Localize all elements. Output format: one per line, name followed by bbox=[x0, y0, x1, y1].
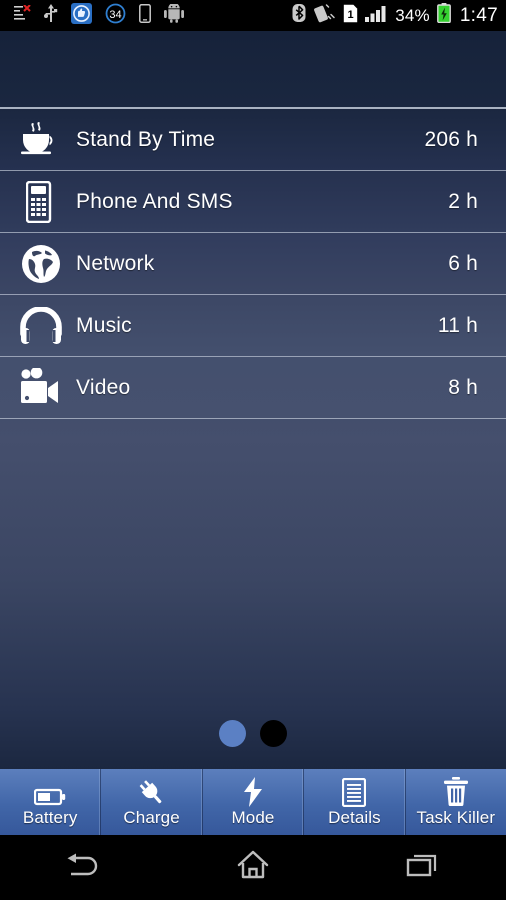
page-dot-inactive[interactable] bbox=[260, 720, 287, 747]
recents-icon bbox=[406, 851, 438, 884]
list-item[interactable]: Stand By Time 206 h bbox=[0, 109, 506, 171]
video-camera-icon bbox=[16, 366, 66, 410]
toolbar-button-mode[interactable]: Mode bbox=[202, 769, 305, 835]
nav-recents-button[interactable] bbox=[337, 851, 506, 884]
battery-percent-label: 34% bbox=[395, 5, 430, 25]
list-item-value: 11 h bbox=[437, 313, 478, 337]
list-item-label: Music bbox=[76, 313, 132, 337]
vibrate-icon bbox=[313, 3, 336, 28]
android-navigation-bar bbox=[0, 835, 506, 900]
nav-home-button[interactable] bbox=[169, 850, 338, 885]
toolbar-button-label: Details bbox=[328, 807, 381, 827]
usb-icon bbox=[44, 3, 58, 28]
nav-back-button[interactable] bbox=[0, 850, 169, 885]
device-icon bbox=[139, 3, 151, 28]
bottom-toolbar: Battery Charge Mode Details Task Killer bbox=[0, 769, 506, 835]
phone-sms-icon bbox=[16, 180, 66, 224]
svg-text:34: 34 bbox=[109, 8, 121, 20]
app-notification-icon bbox=[71, 2, 92, 29]
list-item-label: Stand By Time bbox=[76, 127, 216, 151]
page-indicator bbox=[0, 720, 506, 747]
list-item[interactable]: Video 8 h bbox=[0, 357, 506, 419]
lightning-icon bbox=[241, 776, 265, 807]
toolbar-button-label: Task Killer bbox=[416, 807, 496, 827]
list-item-label: Video bbox=[76, 375, 131, 399]
document-icon bbox=[342, 777, 367, 807]
power-plug-icon bbox=[138, 777, 166, 807]
status-bar-left-icons: 34 bbox=[14, 2, 184, 29]
battery-icon bbox=[34, 777, 66, 807]
sync-error-icon bbox=[14, 3, 31, 27]
list-item[interactable]: Phone And SMS 2 h bbox=[0, 171, 506, 233]
toolbar-button-label: Battery bbox=[22, 807, 78, 827]
toolbar-button-charge[interactable]: Charge bbox=[101, 769, 203, 835]
battery-charging-icon bbox=[436, 3, 451, 28]
svg-text:1: 1 bbox=[348, 9, 354, 21]
list-item-value: 2 h bbox=[448, 189, 478, 213]
list-item[interactable]: Network 6 h bbox=[0, 233, 506, 295]
home-icon bbox=[237, 850, 269, 885]
signal-bars-icon bbox=[365, 4, 388, 28]
list-item-value: 8 h bbox=[448, 375, 478, 399]
toolbar-button-label: Charge bbox=[123, 807, 180, 827]
clock-label: 1:47 bbox=[459, 4, 498, 26]
trash-icon bbox=[443, 776, 469, 807]
page-dot-active[interactable] bbox=[219, 720, 246, 747]
count-badge-icon: 34 bbox=[105, 3, 126, 29]
toolbar-button-battery[interactable]: Battery bbox=[0, 769, 102, 835]
status-bar-right-icons: 1 34% 1:47 bbox=[292, 3, 498, 28]
toolbar-button-task-killer[interactable]: Task Killer bbox=[405, 769, 506, 835]
list-item-label: Phone And SMS bbox=[76, 189, 233, 213]
toolbar-button-details[interactable]: Details bbox=[304, 769, 406, 835]
app-header-band bbox=[0, 31, 506, 109]
status-bar: 34 1 34% 1:47 bbox=[0, 0, 506, 31]
globe-icon bbox=[16, 242, 66, 286]
toolbar-button-label: Mode bbox=[231, 807, 275, 827]
list-item-value: 206 h bbox=[424, 127, 478, 151]
bluetooth-icon bbox=[292, 3, 306, 28]
coffee-cup-icon bbox=[16, 118, 66, 162]
list-item-value: 6 h bbox=[448, 251, 478, 275]
back-icon bbox=[66, 850, 102, 885]
main-content: Stand By Time 206 h Phone And SMS 2 h Ne… bbox=[0, 109, 506, 769]
headphones-icon bbox=[16, 304, 66, 348]
list-item[interactable]: Music 11 h bbox=[0, 295, 506, 357]
android-icon bbox=[164, 2, 184, 28]
phone-screen: 34 1 34% 1:47 Stand By Time 206 h Phone … bbox=[0, 0, 506, 900]
list-item-label: Network bbox=[76, 251, 155, 275]
usage-list: Stand By Time 206 h Phone And SMS 2 h Ne… bbox=[0, 109, 506, 419]
sim-1-icon: 1 bbox=[343, 4, 358, 28]
